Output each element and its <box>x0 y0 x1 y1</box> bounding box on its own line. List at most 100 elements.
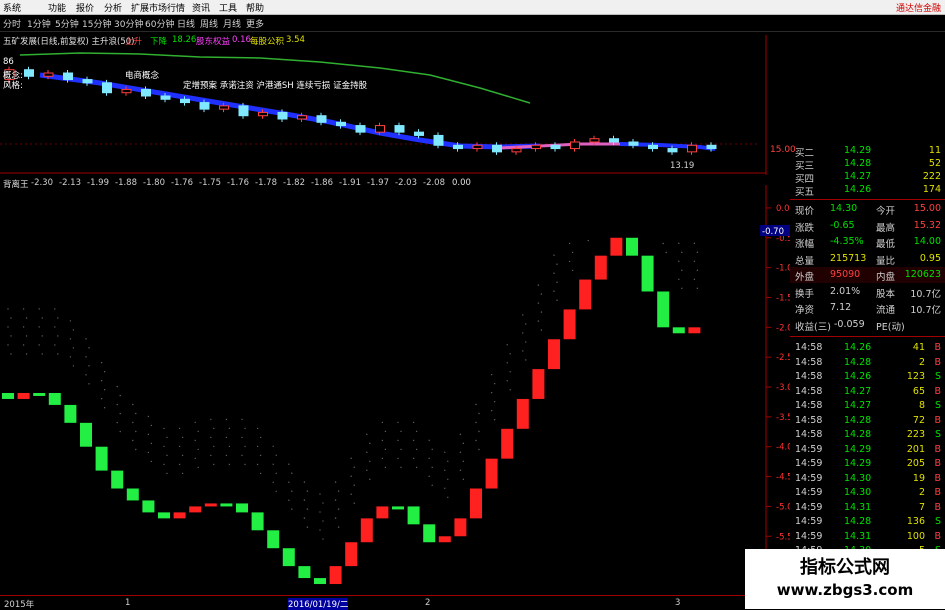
indicator-dot <box>397 421 399 424</box>
indicator-bar <box>501 428 514 459</box>
bid-price: 14.29 <box>844 145 872 156</box>
indicator-dot <box>431 466 433 469</box>
price-candle <box>550 144 561 150</box>
indicator-dot <box>241 436 243 439</box>
tick-volume: 100 <box>906 530 925 542</box>
stat-label: 今开 <box>876 206 896 217</box>
price-candle <box>375 125 385 133</box>
indicator-dot <box>135 430 137 433</box>
indicator-dot <box>213 463 215 466</box>
indicator-dot <box>197 448 199 451</box>
price-candle <box>141 88 151 97</box>
price-candle <box>160 95 171 100</box>
indicator-dot <box>181 454 184 457</box>
indicator-dot <box>228 427 231 430</box>
tick-volume: 7 <box>918 501 925 513</box>
price-candle <box>355 125 366 133</box>
indicator-dot <box>213 427 215 430</box>
indicator-dot <box>147 415 150 418</box>
indicator-dot <box>54 326 56 328</box>
stat-label: 内盘 <box>876 272 896 283</box>
concept-values: 电商概念 <box>125 71 160 81</box>
indicator-dot <box>306 490 309 492</box>
indicator-dot <box>556 299 558 301</box>
tick-time: 14:59 <box>795 501 823 513</box>
indicator-dot <box>275 472 277 474</box>
stat-row: 涨跌 -0.65 最高 15.32 <box>790 218 945 234</box>
indicator-dot <box>22 326 25 328</box>
bid-volume: 52 <box>928 158 941 169</box>
stat-label: 最低 <box>876 239 896 250</box>
indicator-dot <box>132 421 134 424</box>
stat-value: -0.65 <box>830 219 855 231</box>
indicator-bar <box>470 488 482 519</box>
tick-time: 14:59 <box>795 472 823 484</box>
tick-side: B <box>934 342 941 353</box>
style-label: 风格: <box>3 81 23 91</box>
price-candle <box>82 79 93 84</box>
indicator-dot <box>447 460 449 462</box>
indicator-dot <box>478 430 480 433</box>
indicator-dot <box>568 242 571 245</box>
indicator-dots <box>7 239 699 540</box>
indicator-dot <box>306 508 309 510</box>
indicator-dot <box>150 460 153 463</box>
indicator-bar <box>579 279 592 310</box>
tick-side: S <box>934 371 941 382</box>
indicator-dot <box>256 463 259 466</box>
indicator-dot <box>428 439 430 442</box>
indicator-dot <box>412 439 415 442</box>
indicator-dot <box>132 403 134 406</box>
indicator-dot <box>103 371 106 373</box>
indicator-dot <box>337 490 340 492</box>
indicator-dot <box>119 430 121 433</box>
indicator-dot <box>322 502 324 504</box>
tick-price: 14.28 <box>844 429 872 440</box>
indicator-dot <box>225 418 228 421</box>
indicator-dot <box>397 457 399 460</box>
indicator-dot <box>693 278 696 281</box>
indicator-dot <box>163 463 165 466</box>
indicator-dot <box>522 350 524 352</box>
indicator-dot <box>10 353 12 355</box>
indicator-dot <box>197 430 199 433</box>
tick-price: 14.29 <box>844 458 872 469</box>
indicator-dot <box>57 317 59 319</box>
tick-row: 14:59 14.29 205 B <box>790 457 945 472</box>
price-candle <box>199 102 210 110</box>
indicator-dot <box>88 365 90 367</box>
indicator-bar <box>360 518 373 543</box>
indicator-dot <box>272 481 274 483</box>
price-candle <box>258 111 268 117</box>
indicator-dot <box>319 493 321 495</box>
indicator-dot <box>400 448 402 451</box>
indicator-dot <box>350 493 352 495</box>
price-candle <box>394 125 405 133</box>
y-axis-label: -2.00 <box>776 323 790 333</box>
price-candle <box>63 72 73 81</box>
indicator-dot <box>490 409 493 412</box>
stat-value: -4.35% <box>830 236 864 247</box>
indicator-dot <box>400 430 402 433</box>
indicator-dot <box>490 391 493 394</box>
indicator-dot <box>490 373 493 376</box>
indicator-dot <box>119 394 121 397</box>
indicator-dot <box>210 454 212 457</box>
watermark-title: 指标公式网 <box>800 557 890 578</box>
indicator-dot <box>587 239 589 242</box>
stat-label: 量比 <box>876 255 896 267</box>
tick-row: 14:58 14.28 2 B <box>790 356 945 371</box>
y-axis-label: -2.50 <box>776 353 790 363</box>
indicator-dot <box>412 421 415 424</box>
tick-side: S <box>934 400 941 411</box>
indicator-dot <box>478 412 480 415</box>
indicator-dot <box>22 344 25 346</box>
indicator-dot <box>681 251 683 254</box>
tick-price: 14.26 <box>844 342 872 353</box>
stat-label: 涨跌 <box>795 222 815 234</box>
indicator-dot <box>369 442 371 445</box>
price-candle <box>589 138 600 143</box>
indicator-dot <box>678 278 680 281</box>
indicator-dot <box>384 430 387 433</box>
indicator-bar <box>392 506 404 510</box>
